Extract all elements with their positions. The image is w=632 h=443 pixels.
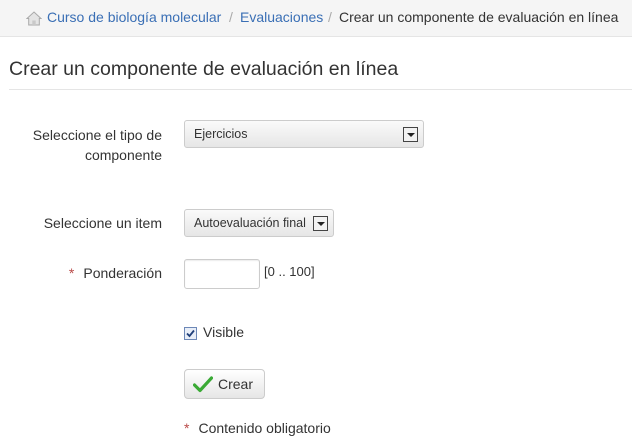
tipo-componente-select[interactable]: Ejercicios [184, 120, 424, 148]
breadcrumb: Curso de biología molecular / Evaluacion… [0, 0, 632, 37]
chevron-down-icon[interactable] [403, 127, 418, 142]
required-note: * Contenido obligatorio [184, 420, 331, 436]
title-divider [9, 89, 632, 90]
required-asterisk: * [68, 265, 75, 281]
item-select[interactable]: Autoevaluación final [184, 209, 334, 237]
chevron-down-icon[interactable] [313, 216, 328, 231]
breadcrumb-link-evaluaciones[interactable]: Evaluaciones [240, 9, 323, 25]
breadcrumb-separator: / [229, 9, 233, 25]
checkmark-icon [193, 376, 213, 393]
checkmark-icon [186, 329, 195, 338]
ponderacion-input[interactable] [184, 259, 260, 289]
required-asterisk: * [184, 420, 190, 436]
visible-label[interactable]: Visible [203, 324, 244, 340]
page-title: Crear un componente de evaluación en lín… [9, 58, 399, 80]
breadcrumb-separator: / [328, 9, 332, 25]
ponderacion-label: * Ponderación [68, 265, 162, 281]
tipo-componente-value: Ejercicios [194, 127, 248, 141]
visible-checkbox[interactable] [184, 327, 197, 340]
ponderacion-range-hint: [0 .. 100] [264, 264, 315, 279]
crear-button-label: Crear [218, 376, 254, 392]
item-value: Autoevaluación final [194, 216, 306, 230]
item-label: Seleccione un item [43, 215, 162, 231]
breadcrumb-link-course[interactable]: Curso de biología molecular [47, 9, 221, 25]
tipo-componente-label: Seleccione el tipo de componente [32, 127, 162, 163]
crear-button[interactable]: Crear [184, 369, 265, 399]
breadcrumb-current: Crear un componente de evaluación en lín… [339, 9, 619, 25]
home-icon[interactable] [26, 11, 42, 26]
